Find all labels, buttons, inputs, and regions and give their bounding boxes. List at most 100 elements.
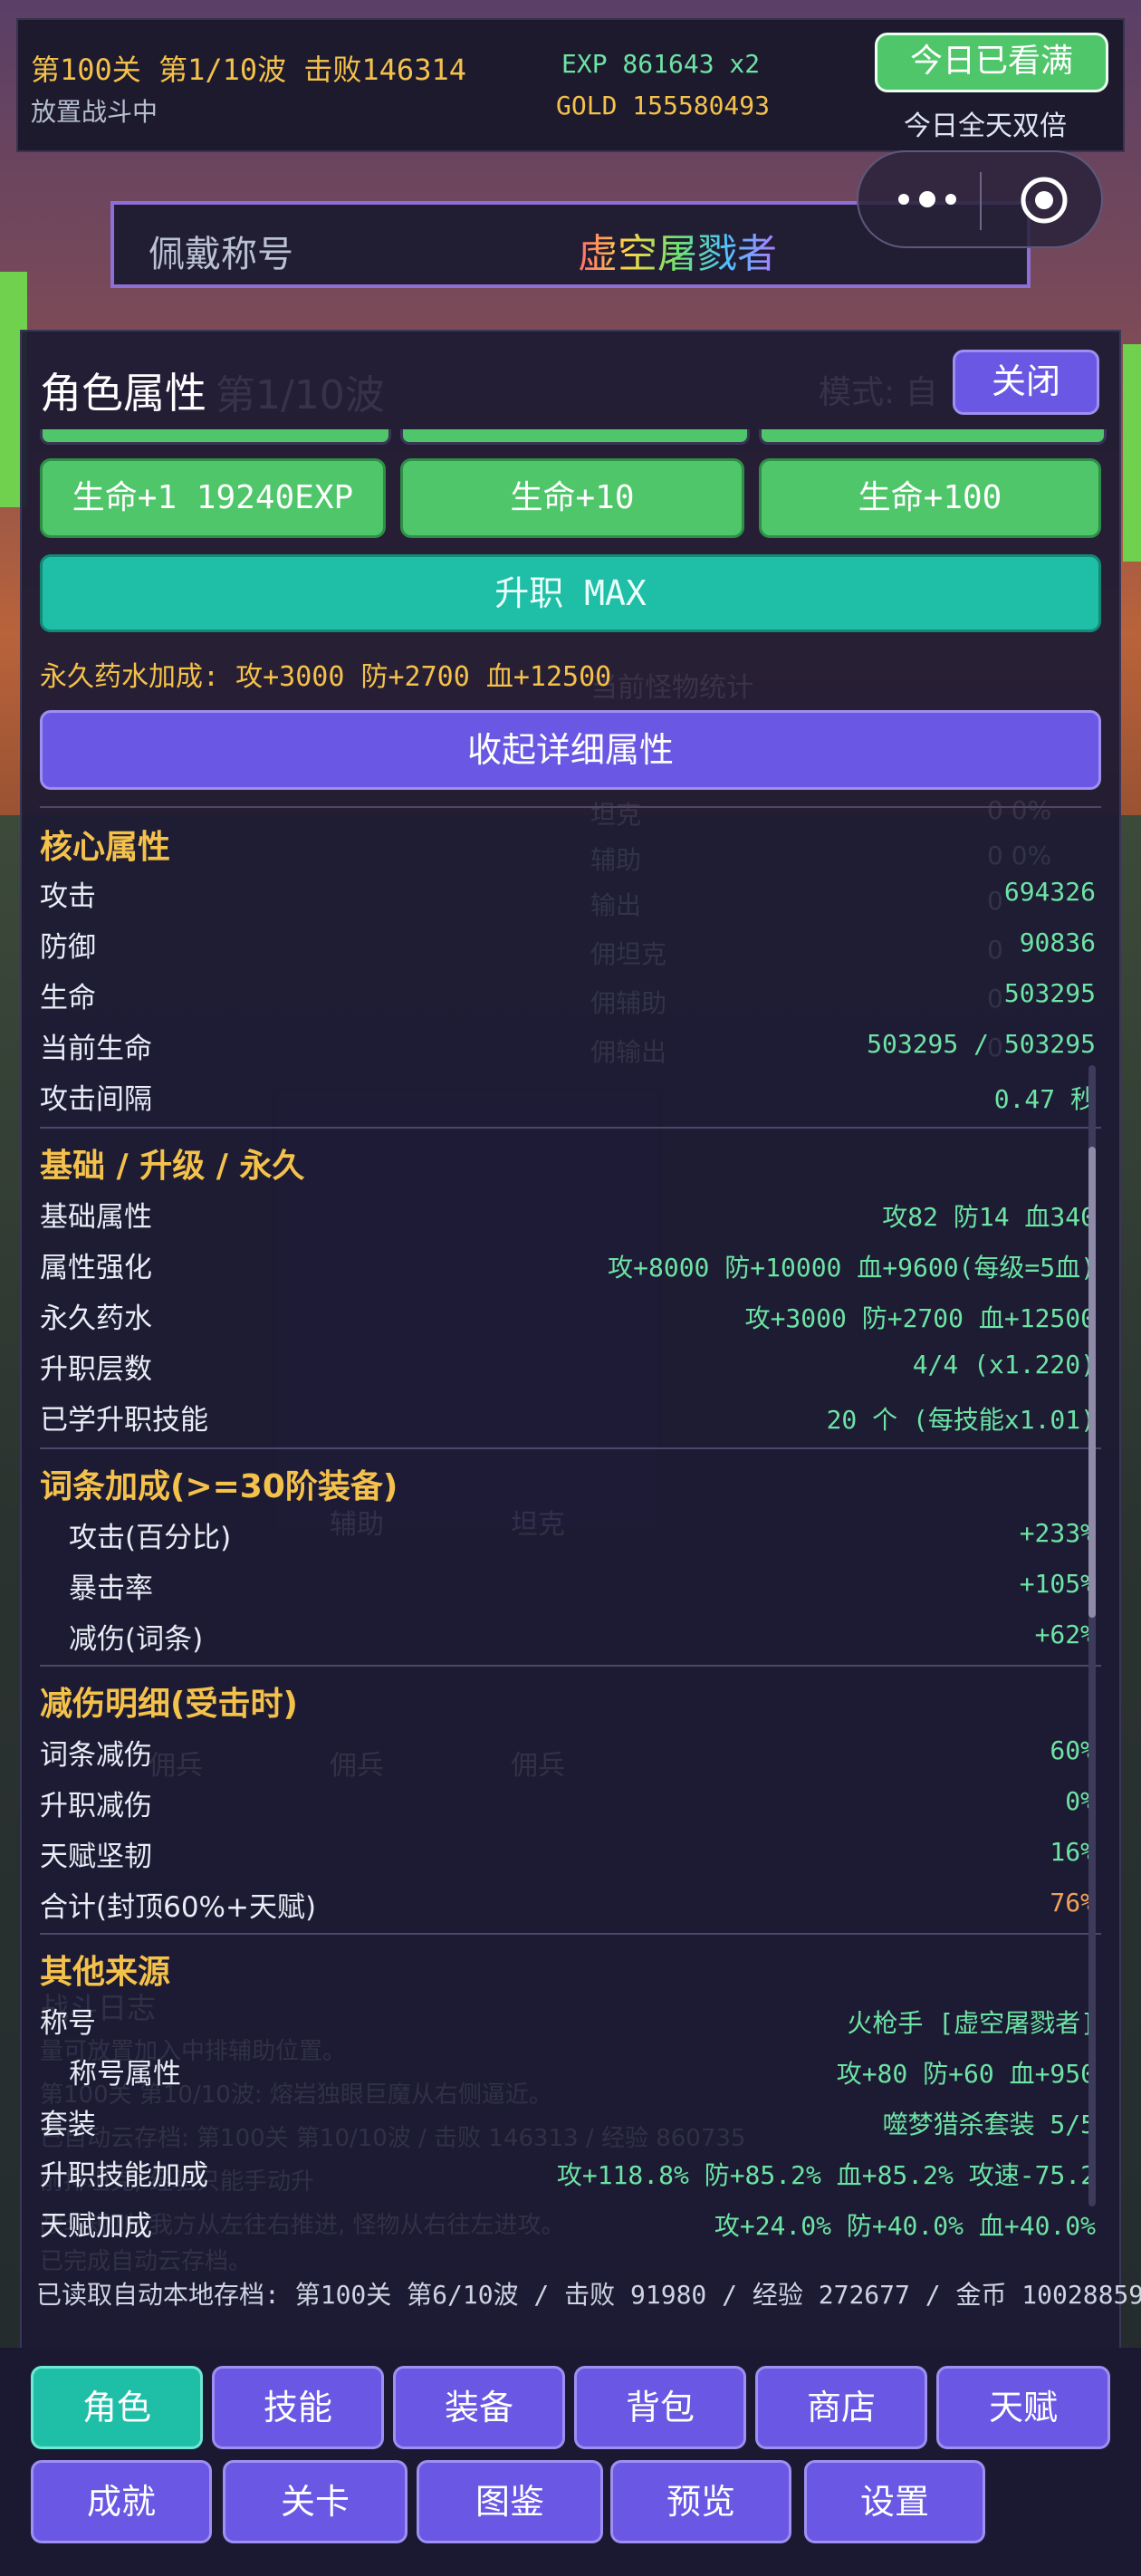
hp-plus-100-button[interactable]: 生命+100 <box>759 458 1101 538</box>
nav-tab-equipment[interactable]: 装备 <box>393 2366 565 2449</box>
stat-label: 攻击(百分比) <box>69 1522 232 1554</box>
divider <box>40 1665 1101 1667</box>
stat-label: 升职减伤 <box>40 1790 152 1822</box>
stat-value: 攻+8000 防+10000 血+9600(每级=5血) <box>608 1253 1096 1283</box>
target-circle-icon[interactable] <box>1020 176 1069 225</box>
nav-tab-talent[interactable]: 天赋 <box>936 2366 1110 2449</box>
stat-label: 减伤(词条) <box>69 1623 204 1656</box>
ghost-row-value: 0 <box>987 935 1003 965</box>
exp-counter: EXP 861643 x2 <box>561 49 761 79</box>
promote-button[interactable]: 升职 MAX <box>40 554 1101 632</box>
nav-tab-codex[interactable]: 图鉴 <box>417 2460 603 2543</box>
ghost-wave: 第1/10波 <box>216 372 385 418</box>
divider <box>40 806 1101 808</box>
ghost-merc: 佣兵 <box>330 1750 384 1782</box>
divider <box>40 1933 1101 1935</box>
stat-value: 503295 <box>1003 978 1096 1008</box>
ghost-row: 佣输出 <box>590 1037 667 1067</box>
stat-value: +62% <box>1034 1620 1096 1649</box>
stat-value: 4/4 (x1.220) <box>912 1350 1096 1379</box>
stat-value: 90836 <box>1019 928 1096 957</box>
gold-counter: GOLD 155580493 <box>556 91 771 120</box>
stat-label: 永久药水 <box>40 1302 152 1335</box>
miniprogram-capsule <box>857 150 1103 248</box>
stat-value: 攻82 防14 血340 <box>882 1202 1096 1232</box>
double-exp-note: 今日全天双倍 <box>904 111 1067 142</box>
ghost-row-value: 0 0% <box>987 795 1052 825</box>
scrollbar-thumb[interactable] <box>1088 1147 1096 1618</box>
top-hud: 第100关 第1/10波 击败146314 放置战斗中 EXP 861643 x… <box>16 18 1125 152</box>
stat-value: 20 个 (每技能x1.01) <box>826 1405 1096 1435</box>
level-wave-kills: 第100关 第1/10波 击败146314 <box>31 53 466 87</box>
ghost-merc: 佣兵 <box>149 1750 203 1782</box>
stat-value: 503295 / 503295 <box>867 1029 1096 1059</box>
nav-tab-skills[interactable]: 技能 <box>212 2366 384 2449</box>
equipped-title-label: 佩戴称号 <box>149 234 293 275</box>
potion-bonus-note: 永久药水加成: 攻+3000 防+2700 血+12500 <box>40 661 612 693</box>
stat-label: 基础属性 <box>40 1201 152 1234</box>
nav-tab-achievements[interactable]: 成就 <box>31 2460 212 2543</box>
collapse-details-button[interactable]: 收起详细属性 <box>40 710 1101 790</box>
stat-label: 已学升职技能 <box>40 1404 208 1437</box>
ghost-slot: 坦克 <box>511 1509 565 1541</box>
ghost-mode: 模式: 自 <box>819 374 938 411</box>
stat-label: 防御 <box>40 931 96 964</box>
nav-tab-character[interactable]: 角色 <box>31 2366 203 2449</box>
bottom-nav: 角色 技能 装备 背包 商店 天赋 成就 关卡 图鉴 预览 设置 <box>0 2348 1141 2576</box>
stat-value: 攻+24.0% 防+40.0% 血+40.0% <box>714 2211 1096 2241</box>
stat-label: 合计(封顶60%+天赋) <box>40 1891 317 1924</box>
today-ads-button[interactable]: 今日已看满 <box>875 33 1108 92</box>
nav-tab-shop[interactable]: 商店 <box>755 2366 927 2449</box>
section-core-title: 核心属性 <box>40 829 171 866</box>
ghost-row: 输出 <box>590 890 642 920</box>
ghost-row: 坦克 <box>590 800 642 830</box>
more-dots-icon[interactable] <box>891 181 964 217</box>
ghost-row: 辅助 <box>590 845 642 875</box>
equipped-title-value: 虚空屠戮者 <box>578 221 777 279</box>
nav-tab-preview[interactable]: 预览 <box>610 2460 791 2543</box>
ghost-log-line: 已完成自动云存档。 <box>40 2248 253 2275</box>
stat-value: 噬梦猎杀套装 5/5 <box>882 2110 1096 2139</box>
hp-plus-1-button[interactable]: 生命+1 19240EXP <box>40 458 386 538</box>
ghost-row-value: 0 <box>987 886 1003 916</box>
section-reduction-title: 减伤明细(受击时) <box>40 1686 298 1723</box>
hp-plus-10-button[interactable]: 生命+10 <box>400 458 744 538</box>
stat-label: 称号属性 <box>69 2058 181 2091</box>
stat-value: 0.47 秒 <box>993 1084 1096 1114</box>
stat-value: 攻+80 防+60 血+950 <box>836 2059 1096 2089</box>
scrolled-button-edge <box>759 429 1107 445</box>
stat-label: 生命 <box>40 982 96 1014</box>
stat-value: 攻+3000 防+2700 血+12500 <box>744 1303 1096 1333</box>
nav-tab-stages[interactable]: 关卡 <box>223 2460 408 2543</box>
stat-label: 攻击间隔 <box>40 1083 152 1116</box>
tree-right <box>1123 344 1141 562</box>
ghost-monster-stats: 当前怪物统计 <box>590 672 753 704</box>
stat-value: +105% <box>1019 1569 1096 1599</box>
section-other-title: 其他来源 <box>40 1954 171 1991</box>
stat-label: 升职层数 <box>40 1353 152 1386</box>
ghost-row-value: 0 0% <box>987 841 1052 870</box>
character-attributes-panel: 第1/10波 模式: 自 当前怪物统计 坦克 辅助 输出 佣坦克 佣辅助 佣输出… <box>20 330 1141 2371</box>
stat-label: 套装 <box>40 2109 96 2141</box>
nav-tab-settings[interactable]: 设置 <box>804 2460 985 2543</box>
section-base-title: 基础 / 升级 / 永久 <box>40 1148 305 1185</box>
close-button[interactable]: 关闭 <box>953 350 1099 415</box>
panel-title: 角色属性 <box>40 369 206 418</box>
stat-value: 火枪手 [虚空屠戮者] <box>847 2008 1096 2038</box>
ghost-row: 佣坦克 <box>590 939 667 969</box>
divider <box>40 1447 1101 1449</box>
ghost-log-line: 已自动云存档: 第100关 第10/10波 / 击败 146313 / 经验 8… <box>40 2125 746 2152</box>
scrolled-button-edge <box>400 429 750 445</box>
stat-value: 攻+118.8% 防+85.2% 血+85.2% 攻速-75.2 <box>556 2160 1096 2190</box>
stat-label: 攻击 <box>40 880 96 913</box>
stat-label: 天赋加成 <box>40 2210 152 2243</box>
nav-tab-bag[interactable]: 背包 <box>574 2366 746 2449</box>
stat-label: 升职技能加成 <box>40 2159 208 2192</box>
stat-label: 称号 <box>40 2007 96 2040</box>
capsule-divider <box>980 172 982 230</box>
stat-label: 属性强化 <box>40 1252 152 1284</box>
stat-label: 天赋坚韧 <box>40 1841 152 1873</box>
stat-label: 词条减伤 <box>40 1739 152 1772</box>
stat-value: +233% <box>1019 1518 1096 1548</box>
ghost-merc: 佣兵 <box>511 1750 565 1782</box>
